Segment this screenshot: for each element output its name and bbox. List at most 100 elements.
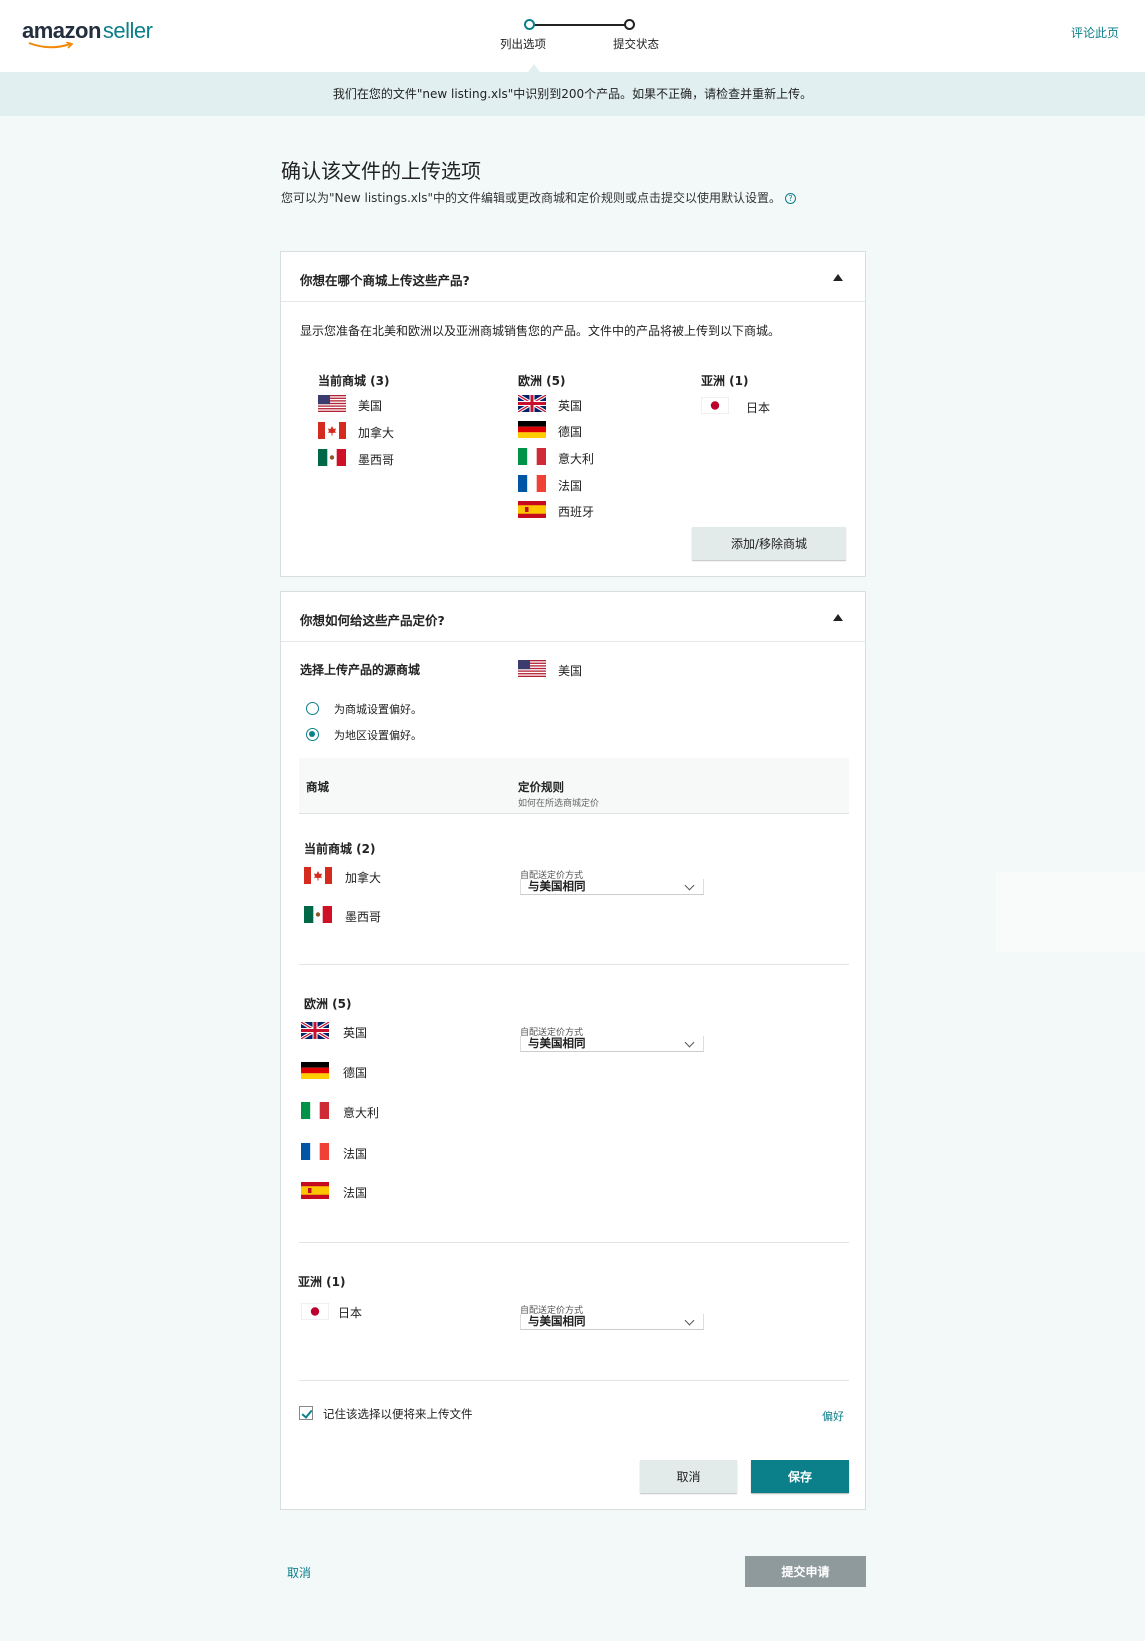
flag-de-icon <box>301 1062 329 1079</box>
collapse-triangle-icon[interactable] <box>833 274 843 281</box>
select-value-text: 与美国相同 <box>528 1314 586 1328</box>
marketplace-name: 德国 <box>558 425 583 439</box>
flag-ca-icon <box>318 422 346 439</box>
marketplace-name: 法国 <box>558 479 583 493</box>
column-pricing-rule: 定价规则 <box>518 780 564 794</box>
radio-region-preference[interactable] <box>306 728 319 741</box>
marketplace-name: 墨西哥 <box>358 453 395 467</box>
pricing-card: 你想如何给这些产品定价? 选择上传产品的源商城 美国 为商城设置偏好。 为地区设… <box>280 591 866 1510</box>
amazon-seller-logo[interactable]: amazonseller <box>22 18 153 44</box>
flag-us-icon <box>518 660 546 677</box>
marketplace-name: 西班牙 <box>558 505 595 519</box>
flag-es-icon <box>518 501 546 518</box>
select-caption: 自配送定价方式 <box>520 1306 584 1316</box>
review-page-link[interactable]: 评论此页 <box>1071 24 1119 41</box>
select-caption: 自配送定价方式 <box>520 871 584 881</box>
flag-uk-icon <box>518 395 546 412</box>
marketplace-card-title: 你想在哪个商城上传这些产品? <box>300 273 470 288</box>
add-remove-marketplace-button[interactable]: 添加/移除商城 <box>692 527 846 560</box>
pricing-group-heading-current: 当前商城 (2) <box>304 842 376 856</box>
logo-amazon-text: amazon <box>22 18 101 43</box>
pricing-rule-select-asia[interactable]: 自配送定价方式 与美国相同 <box>520 1303 704 1330</box>
flag-ca-icon <box>304 867 332 884</box>
blank-panel <box>996 872 1145 952</box>
preferences-link[interactable]: 偏好 <box>822 1408 844 1424</box>
flag-mx-icon <box>304 906 332 923</box>
step-2-dot <box>624 19 635 30</box>
amazon-smile-icon <box>28 42 74 49</box>
page-title: 确认该文件的上传选项 <box>281 159 481 183</box>
marketplace-name: 美国 <box>358 399 383 413</box>
flag-fr-icon <box>301 1143 329 1160</box>
flag-it-icon <box>301 1102 329 1119</box>
column-marketplace: 商城 <box>306 780 329 794</box>
flag-us-icon <box>318 395 346 412</box>
select-value[interactable]: 与美国相同 <box>520 1036 704 1052</box>
pricing-group-heading-europe: 欧洲 (5) <box>304 997 352 1011</box>
marketplace-name: 意大利 <box>343 1106 380 1120</box>
flag-jp-icon <box>701 397 729 414</box>
flag-it-icon <box>518 448 546 465</box>
section-divider <box>299 1380 849 1381</box>
select-value[interactable]: 与美国相同 <box>520 1314 704 1330</box>
flag-de-icon <box>518 421 546 438</box>
footer-cancel-link[interactable]: 取消 <box>287 1564 311 1581</box>
step-2-label: 提交状态 <box>613 37 659 51</box>
marketplace-name: 法国 <box>343 1147 368 1161</box>
pricing-rule-select-current[interactable]: 自配送定价方式 与美国相同 <box>520 868 704 895</box>
group-heading-europe: 欧洲 (5) <box>518 374 566 388</box>
select-value[interactable]: 与美国相同 <box>520 879 704 895</box>
step-pointer <box>528 64 540 72</box>
collapse-triangle-icon[interactable] <box>833 614 843 621</box>
marketplace-name: 日本 <box>338 1306 363 1320</box>
help-icon[interactable]: ? <box>784 193 796 204</box>
chevron-down-icon[interactable] <box>684 1037 695 1048</box>
marketplace-name: 日本 <box>746 401 771 415</box>
radio-marketplace-preference-label[interactable]: 为商城设置偏好。 <box>334 701 422 717</box>
select-caption: 自配送定价方式 <box>520 1028 584 1038</box>
marketplace-description: 显示您准备在北美和欧洲以及亚洲商城销售您的产品。文件中的产品将被上传到以下商城。 <box>300 324 781 338</box>
pricing-rule-select-europe[interactable]: 自配送定价方式 与美国相同 <box>520 1025 704 1052</box>
marketplace-card-header[interactable]: 你想在哪个商城上传这些产品? <box>281 252 865 302</box>
step-1-label: 列出选项 <box>500 37 546 51</box>
marketplace-name: 英国 <box>558 399 583 413</box>
chevron-down-icon[interactable] <box>684 1315 695 1326</box>
stepper-line <box>532 24 630 26</box>
source-marketplace-value: 美国 <box>558 664 583 678</box>
flag-mx-icon <box>318 449 346 466</box>
marketplace-name: 德国 <box>343 1066 368 1080</box>
pricing-table-header: 商城 定价规则 如何在所选商城定价 <box>299 758 849 814</box>
pricing-group-heading-asia: 亚洲 (1) <box>298 1275 346 1289</box>
cancel-button[interactable]: 取消 <box>640 1460 737 1493</box>
remember-choice-checkbox[interactable] <box>299 1406 313 1420</box>
save-button[interactable]: 保存 <box>751 1460 849 1493</box>
submit-request-button[interactable]: 提交申请 <box>745 1556 866 1587</box>
page-subtitle-text: 您可以为"New listings.xls"中的文件编辑或更改商城和定价规则或点… <box>281 191 781 205</box>
marketplace-name: 法国 <box>343 1186 368 1200</box>
flag-uk-icon <box>301 1022 329 1039</box>
file-notice-banner: 我们在您的文件"new listing.xls"中识别到200个产品。如果不正确… <box>0 72 1145 116</box>
marketplace-name: 加拿大 <box>358 426 395 440</box>
progress-stepper: 列出选项 提交状态 <box>498 18 668 58</box>
marketplace-name: 墨西哥 <box>345 910 382 924</box>
chevron-down-icon[interactable] <box>684 880 695 891</box>
group-heading-current: 当前商城 (3) <box>318 374 390 388</box>
pricing-card-header[interactable]: 你想如何给这些产品定价? <box>281 592 865 642</box>
marketplace-card: 你想在哪个商城上传这些产品? 显示您准备在北美和欧洲以及亚洲商城销售您的产品。文… <box>280 251 866 577</box>
radio-region-preference-label[interactable]: 为地区设置偏好。 <box>334 727 422 743</box>
marketplace-name: 英国 <box>343 1026 368 1040</box>
flag-fr-icon <box>518 475 546 492</box>
marketplace-name: 加拿大 <box>345 871 382 885</box>
source-marketplace-label: 选择上传产品的源商城 <box>300 663 421 677</box>
section-divider <box>299 964 849 965</box>
flag-es-icon <box>301 1182 329 1199</box>
remember-choice-label[interactable]: 记住该选择以便将来上传文件 <box>323 1406 473 1422</box>
section-divider <box>299 1242 849 1243</box>
select-value-text: 与美国相同 <box>528 1036 586 1050</box>
select-value-text: 与美国相同 <box>528 879 586 893</box>
radio-marketplace-preference[interactable] <box>306 702 319 715</box>
page-subtitle: 您可以为"New listings.xls"中的文件编辑或更改商城和定价规则或点… <box>281 189 796 206</box>
column-pricing-rule-sub: 如何在所选商城定价 <box>518 799 600 809</box>
pricing-card-title: 你想如何给这些产品定价? <box>300 613 445 628</box>
marketplace-name: 意大利 <box>558 452 595 466</box>
